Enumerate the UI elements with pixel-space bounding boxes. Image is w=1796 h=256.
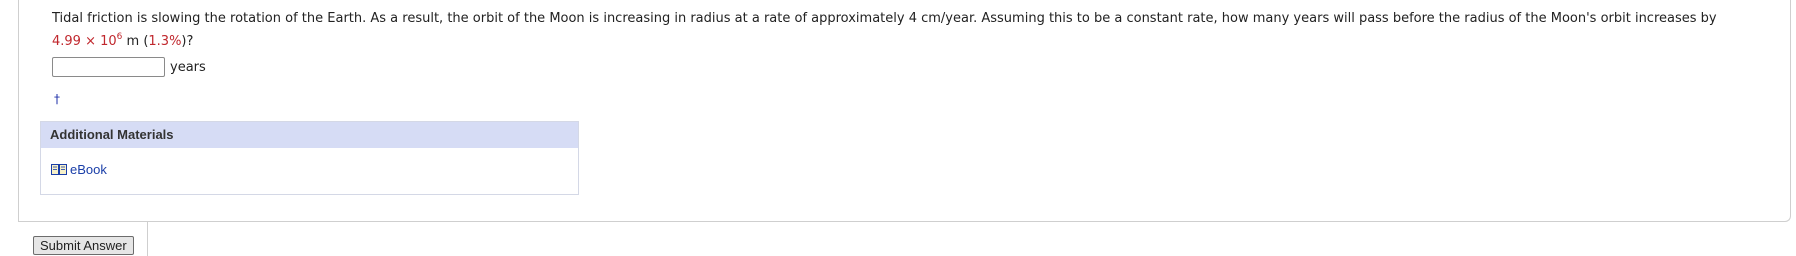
question-closing: )? [181, 34, 194, 49]
open-book-icon [51, 164, 67, 175]
ebook-link-label: eBook [70, 162, 107, 177]
lower-panel [147, 222, 1796, 256]
footnote-marker: † [54, 92, 60, 106]
answer-input[interactable] [52, 57, 165, 77]
additional-materials-header: Additional Materials [41, 122, 578, 148]
distance-percent: 1.3% [148, 34, 182, 49]
ebook-link[interactable]: eBook [51, 162, 107, 177]
answer-row: years [52, 56, 206, 78]
question-text: Tidal friction is slowing the rotation o… [52, 7, 1792, 53]
answer-unit-label: years [170, 59, 206, 75]
question-prompt: Tidal friction is slowing the rotation o… [52, 11, 1717, 26]
distance-mantissa: 4.99 × 10 [52, 34, 117, 49]
distance-unit: m ( [122, 34, 149, 49]
additional-materials-panel: Additional Materials eBook [40, 121, 579, 195]
submit-answer-button[interactable]: Submit Answer [33, 236, 134, 255]
